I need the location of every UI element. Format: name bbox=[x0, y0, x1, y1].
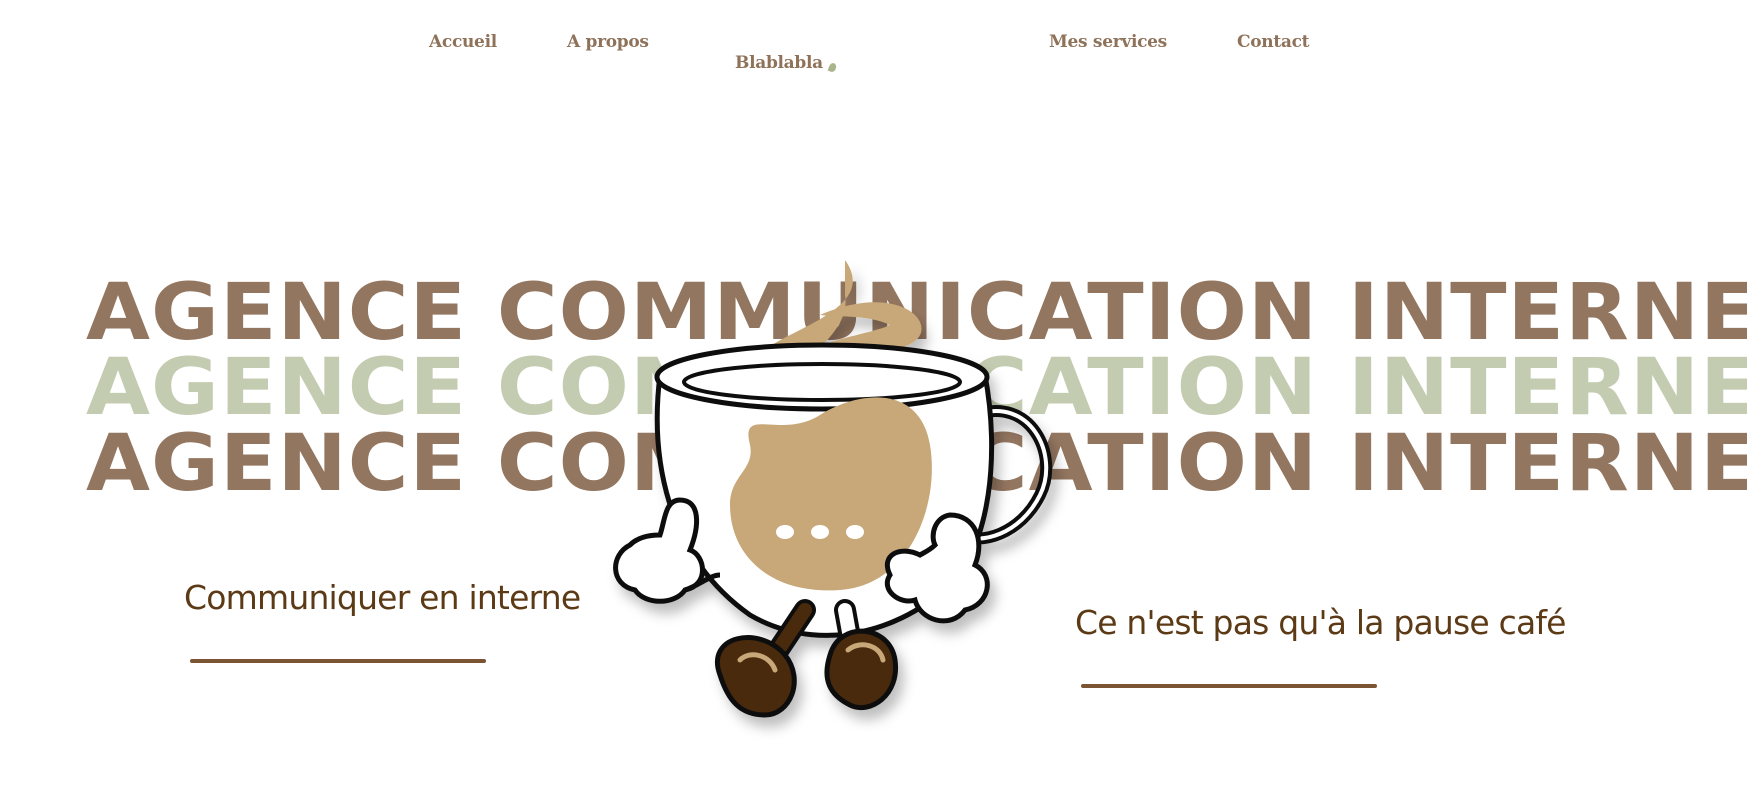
nav-link-mes-services[interactable]: Mes services bbox=[1049, 32, 1167, 52]
logo[interactable]: Blablabla bbox=[735, 32, 838, 94]
left-shoe-icon bbox=[715, 635, 797, 718]
logo-text: Blablabla bbox=[735, 53, 823, 73]
tagline-right-underline bbox=[1081, 684, 1377, 688]
tagline-right: Ce n'est pas qu'à la pause café bbox=[1075, 603, 1566, 642]
tagline-left: Communiquer en interne bbox=[184, 578, 581, 617]
page: Accueil A propos Blablabla Mes services … bbox=[0, 0, 1747, 811]
coffee-cup-mascot-icon bbox=[613, 260, 1053, 718]
nav-link-contact[interactable]: Contact bbox=[1237, 32, 1310, 52]
logo-dot-icon bbox=[827, 62, 838, 73]
nav-link-accueil[interactable]: Accueil bbox=[429, 32, 497, 52]
main-nav: Accueil A propos Blablabla Mes services … bbox=[0, 0, 1747, 90]
tagline-left-underline bbox=[190, 659, 486, 663]
nav-link-a-propos[interactable]: A propos bbox=[567, 32, 649, 52]
